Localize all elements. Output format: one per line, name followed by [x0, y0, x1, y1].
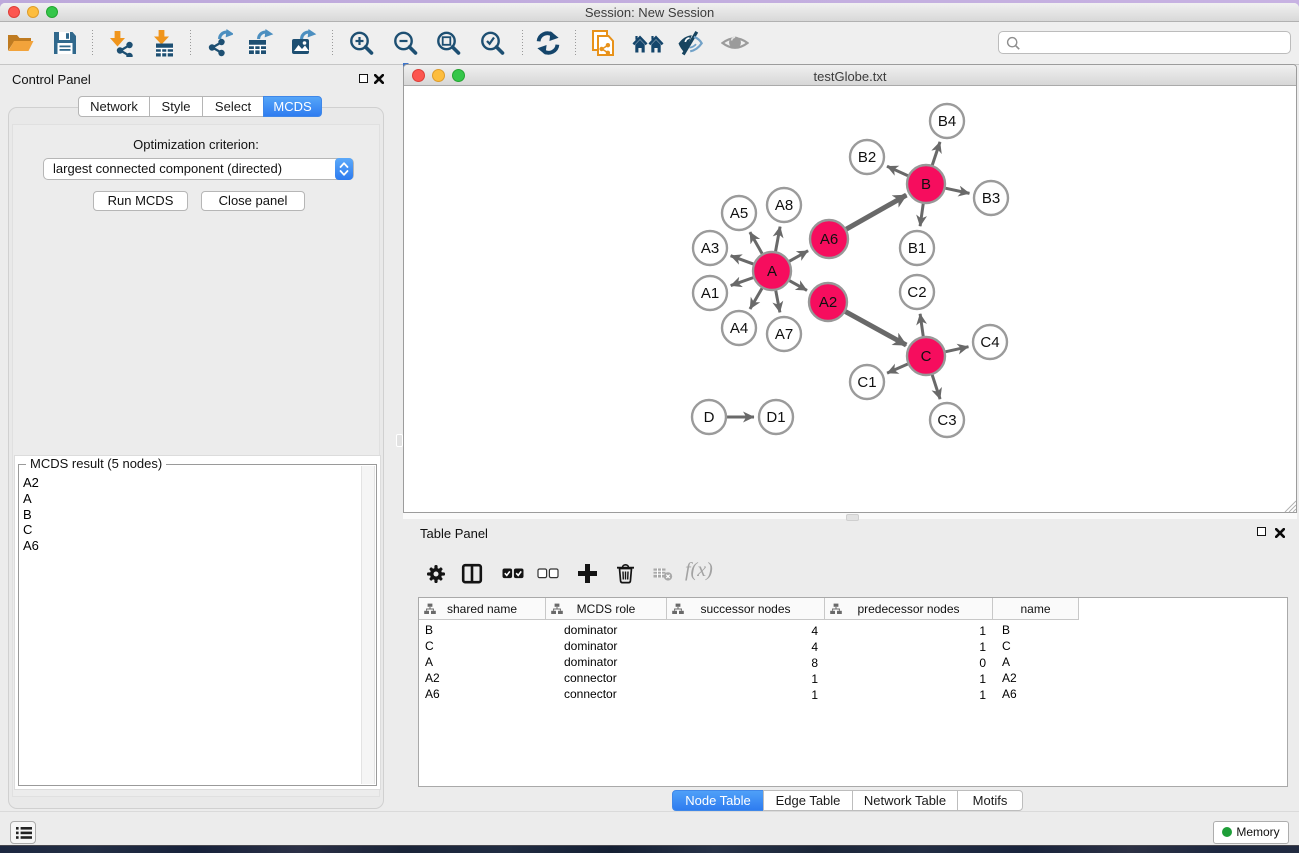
svg-text:A3: A3 [701, 240, 719, 257]
svg-text:C4: C4 [980, 334, 999, 351]
svg-text:B2: B2 [858, 149, 876, 166]
svg-text:D1: D1 [766, 409, 785, 426]
svg-text:A2: A2 [819, 294, 837, 311]
svg-text:A4: A4 [730, 320, 748, 337]
svg-text:B: B [921, 176, 931, 193]
svg-text:A: A [767, 263, 777, 280]
svg-text:D: D [704, 409, 715, 426]
svg-text:A5: A5 [730, 205, 748, 222]
svg-text:C1: C1 [857, 374, 876, 391]
svg-text:B4: B4 [938, 113, 956, 130]
svg-text:C3: C3 [937, 412, 956, 429]
svg-text:C2: C2 [907, 284, 926, 301]
svg-text:A7: A7 [775, 326, 793, 343]
svg-text:B3: B3 [982, 190, 1000, 207]
svg-text:A1: A1 [701, 285, 719, 302]
svg-text:B1: B1 [908, 240, 926, 257]
svg-text:A6: A6 [820, 231, 838, 248]
svg-text:C: C [921, 348, 932, 365]
svg-text:A8: A8 [775, 197, 793, 214]
